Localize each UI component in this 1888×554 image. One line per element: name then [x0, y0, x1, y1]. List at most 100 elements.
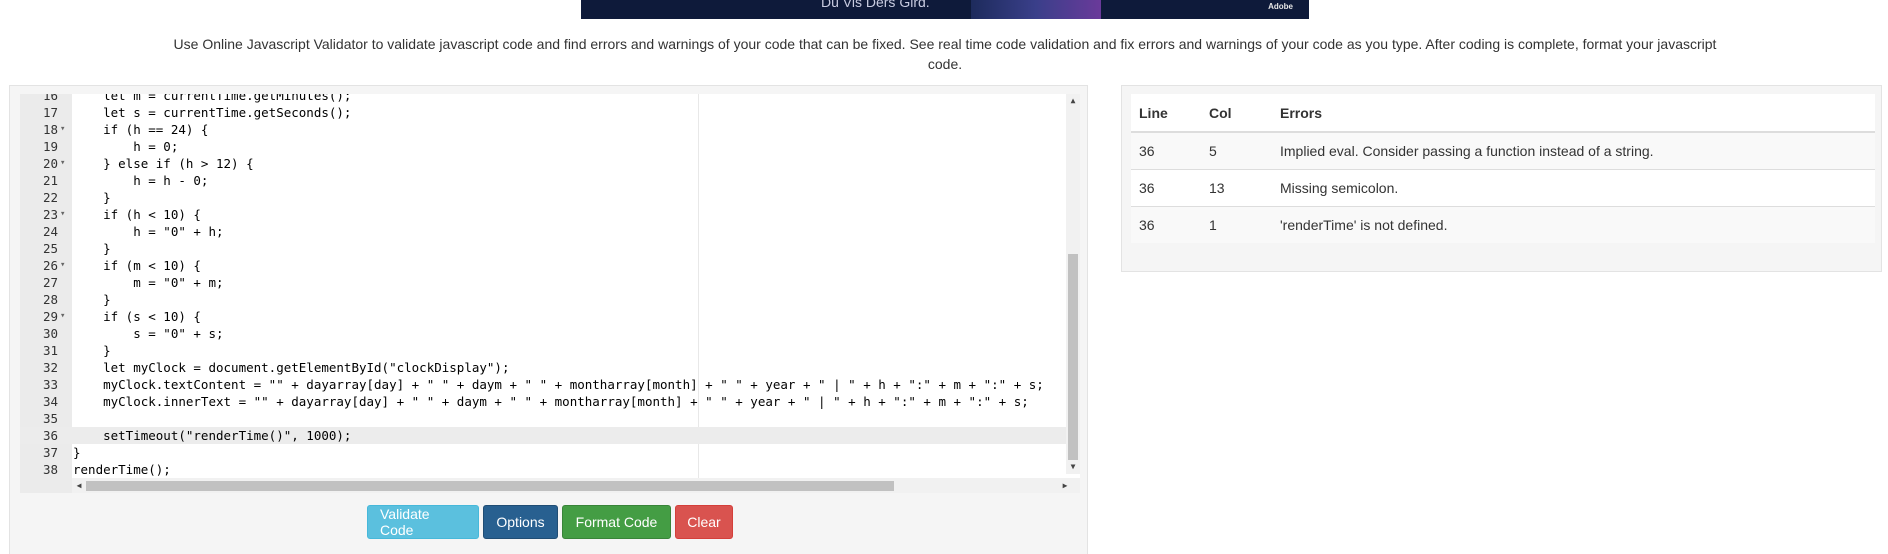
table-row[interactable]: 36 1 'renderTime' is not defined.: [1131, 206, 1875, 243]
options-button[interactable]: Options: [483, 505, 558, 539]
fold-toggle-icon[interactable]: ▾: [60, 155, 65, 172]
fold-toggle-icon[interactable]: ▾: [60, 121, 65, 138]
code-line[interactable]: 27 m = "0" + m;: [20, 274, 1070, 291]
line-number: 17: [42, 105, 58, 120]
fold-toggle-icon[interactable]: ▾: [60, 257, 65, 274]
code-text: h = 0;: [73, 139, 179, 154]
code-line[interactable]: 36 setTimeout("renderTime()", 1000);: [20, 427, 1070, 444]
line-number: 32: [42, 360, 58, 375]
code-text: }: [73, 241, 111, 256]
error-col: 5: [1201, 131, 1272, 170]
line-number: 34: [42, 394, 58, 409]
code-line[interactable]: 23 ▾ if (h < 10) {: [20, 206, 1070, 223]
code-text: setTimeout("renderTime()", 1000);: [73, 428, 352, 443]
line-number: 25: [42, 241, 58, 256]
code-line[interactable]: 37}: [20, 444, 1070, 461]
errors-table: Line Col Errors 36 5 Implied eval. Consi…: [1131, 94, 1875, 243]
errors-panel: Line Col Errors 36 5 Implied eval. Consi…: [1121, 85, 1882, 272]
validate-code-button[interactable]: Validate Code: [367, 505, 479, 539]
line-number: 28: [42, 292, 58, 307]
code-text: s = "0" + s;: [73, 326, 224, 341]
code-line[interactable]: 19 h = 0;: [20, 138, 1070, 155]
header-col: Col: [1201, 94, 1272, 133]
line-number: 23: [42, 207, 58, 222]
line-number: 19: [42, 139, 58, 154]
code-line[interactable]: 35: [20, 410, 1070, 427]
line-number: 33: [42, 377, 58, 392]
code-text: let myClock = document.getElementById("c…: [73, 360, 510, 375]
editor-actions: Validate Code Options Format Code Clear: [367, 505, 733, 541]
code-text: if (m < 10) {: [73, 258, 201, 273]
code-text: }: [73, 292, 111, 307]
banner-image: [971, 0, 1101, 19]
code-text: renderTime();: [73, 462, 171, 477]
code-editor[interactable]: 16 let m = currentTime.getMinutes(); 17 l…: [20, 94, 1080, 493]
code-line[interactable]: 21 h = h - 0;: [20, 172, 1070, 189]
vertical-scroll-thumb[interactable]: [1068, 254, 1078, 460]
code-line[interactable]: 34 myClock.innerText = "" + dayarray[day…: [20, 393, 1070, 410]
code-text: let s = currentTime.getSeconds();: [73, 105, 352, 120]
error-message: Implied eval. Consider passing a functio…: [1272, 131, 1875, 170]
code-line[interactable]: 33 myClock.textContent = "" + dayarray[d…: [20, 376, 1070, 393]
fold-toggle-icon[interactable]: ▾: [60, 308, 65, 325]
code-line[interactable]: 17 let s = currentTime.getSeconds();: [20, 104, 1070, 121]
code-line[interactable]: 25 }: [20, 240, 1070, 257]
code-line[interactable]: 20 ▾ } else if (h > 12) {: [20, 155, 1070, 172]
code-text: let m = currentTime.getMinutes();: [73, 94, 352, 103]
header-line: Line: [1131, 94, 1201, 133]
code-line[interactable]: 29 ▾ if (s < 10) {: [20, 308, 1070, 325]
error-message: 'renderTime' is not defined.: [1272, 206, 1875, 243]
error-line: 36: [1131, 131, 1201, 170]
code-text: h = "0" + h;: [73, 224, 224, 239]
code-line[interactable]: 31 }: [20, 342, 1070, 359]
code-line[interactable]: 18 ▾ if (h == 24) {: [20, 121, 1070, 138]
code-line[interactable]: 30 s = "0" + s;: [20, 325, 1070, 342]
error-message: Missing semicolon.: [1272, 169, 1875, 207]
editor-vertical-scrollbar[interactable]: ▲ ▼: [1066, 94, 1080, 474]
error-line: 36: [1131, 169, 1201, 207]
horizontal-scroll-thumb[interactable]: [86, 481, 894, 491]
code-text: if (s < 10) {: [73, 309, 201, 324]
line-number: 18: [42, 122, 58, 137]
scroll-up-icon[interactable]: ▲: [1066, 94, 1080, 108]
code-line[interactable]: 26 ▾ if (m < 10) {: [20, 257, 1070, 274]
clear-button[interactable]: Clear: [675, 505, 733, 539]
code-text: }: [73, 343, 111, 358]
editor-panel: 16 let m = currentTime.getMinutes(); 17 l…: [9, 85, 1088, 554]
code-text: if (h < 10) {: [73, 207, 201, 222]
code-line[interactable]: 24 h = "0" + h;: [20, 223, 1070, 240]
table-row[interactable]: 36 5 Implied eval. Consider passing a fu…: [1131, 131, 1875, 170]
code-text: if (h == 24) {: [73, 122, 209, 137]
code-text: h = h - 0;: [73, 173, 209, 188]
line-number: 31: [42, 343, 58, 358]
code-line[interactable]: 16 let m = currentTime.getMinutes();: [20, 94, 1070, 104]
scroll-down-icon[interactable]: ▼: [1066, 460, 1080, 474]
line-number: 30: [42, 326, 58, 341]
line-number: 16: [42, 94, 58, 103]
code-line[interactable]: 22 }: [20, 189, 1070, 206]
line-number: 22: [42, 190, 58, 205]
errors-table-header: Line Col Errors: [1131, 94, 1875, 133]
table-row[interactable]: 36 13 Missing semicolon.: [1131, 169, 1875, 207]
fold-toggle-icon[interactable]: ▾: [60, 206, 65, 223]
code-text: }: [73, 445, 81, 460]
code-line[interactable]: 32 let myClock = document.getElementById…: [20, 359, 1070, 376]
line-number: 29: [42, 309, 58, 324]
code-line[interactable]: 28 }: [20, 291, 1070, 308]
scroll-left-icon[interactable]: ◀: [72, 478, 86, 493]
line-number: 37: [42, 445, 58, 460]
code-text: m = "0" + m;: [73, 275, 224, 290]
ad-banner[interactable]: Du Vis Ders Gird. Adobe: [581, 0, 1309, 19]
header-errors: Errors: [1272, 94, 1875, 133]
line-number: 36: [42, 428, 58, 443]
line-number: 21: [42, 173, 58, 188]
format-code-button[interactable]: Format Code: [562, 505, 671, 539]
editor-horizontal-scrollbar[interactable]: ◀ ▶: [72, 478, 1080, 493]
scroll-right-icon[interactable]: ▶: [1058, 478, 1072, 493]
code-text: myClock.textContent = "" + dayarray[day]…: [73, 377, 1044, 392]
banner-text: Du Vis Ders Gird.: [821, 0, 930, 10]
banner-logo: Adobe: [1268, 2, 1293, 11]
line-number: 26: [42, 258, 58, 273]
code-line[interactable]: 38 renderTime();: [20, 461, 1070, 478]
code-text: } else if (h > 12) {: [73, 156, 254, 171]
